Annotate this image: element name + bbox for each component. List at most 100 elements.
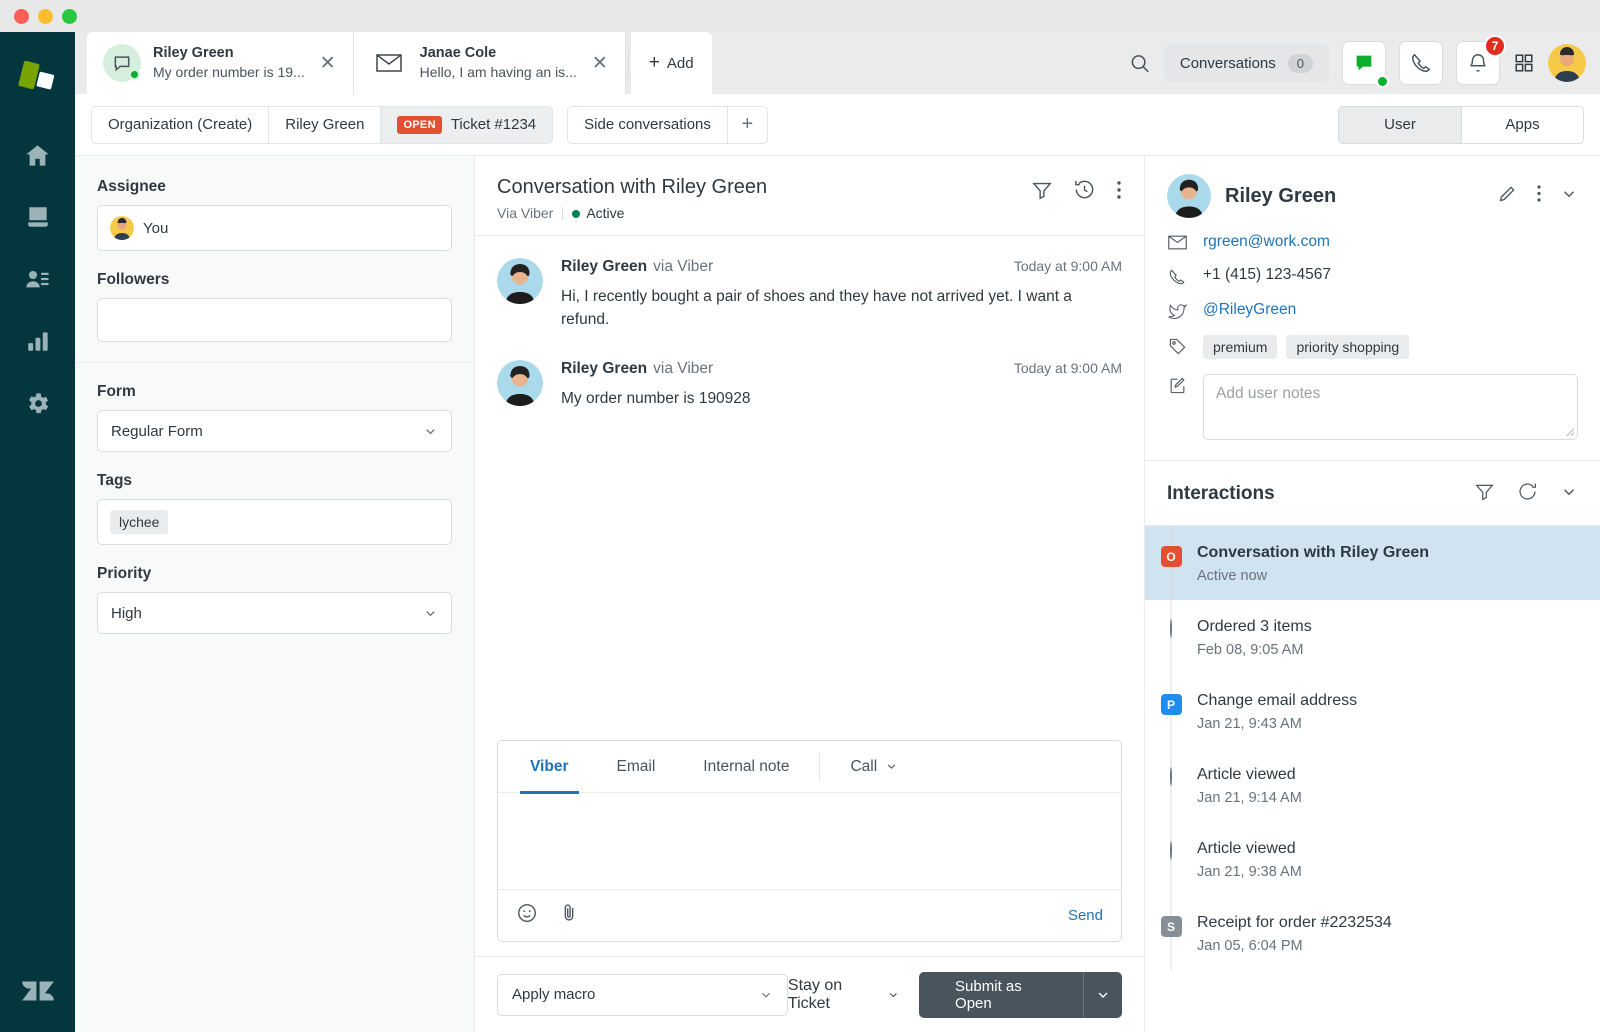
- send-button[interactable]: Send: [1068, 907, 1103, 924]
- breadcrumb-organization[interactable]: Organization (Create): [92, 106, 269, 144]
- composer: Viber Email Internal note Call: [497, 740, 1122, 942]
- followers-label: Followers: [97, 271, 452, 289]
- ticket-tab-janae-cole[interactable]: Janae Cole Hello, I am having an is... ✕: [354, 32, 626, 94]
- submit-options-button[interactable]: [1083, 972, 1122, 1018]
- side-conversations-tab[interactable]: Side conversations: [568, 106, 727, 144]
- followers-input[interactable]: [97, 298, 452, 342]
- tab-text-block: Janae Cole Hello, I am having an is...: [420, 44, 577, 82]
- twitter-icon: [1167, 301, 1187, 320]
- tag-chip[interactable]: lychee: [110, 510, 168, 534]
- refresh-icon[interactable]: [1517, 481, 1538, 507]
- ticket-tab-riley-green[interactable]: Riley Green My order number is 19... ✕: [87, 32, 354, 94]
- sidebar-item-admin[interactable]: [12, 377, 64, 429]
- list-item[interactable]: S Receipt for order #2232534 Jan 05, 6:0…: [1145, 896, 1600, 970]
- add-tab-button[interactable]: + Add: [631, 32, 712, 94]
- app-window: Riley Green My order number is 19... ✕: [0, 0, 1600, 1032]
- emoji-icon[interactable]: [516, 902, 538, 929]
- sidebar-item-home[interactable]: [12, 129, 64, 181]
- agent-avatar[interactable]: [1548, 44, 1586, 82]
- list-item[interactable]: Article viewed Jan 21, 9:14 AM: [1145, 748, 1600, 822]
- grid-icon[interactable]: [1513, 52, 1535, 74]
- composer-textarea[interactable]: [498, 793, 1121, 889]
- history-icon[interactable]: [1073, 178, 1096, 206]
- tab-internal-note[interactable]: Internal note: [679, 741, 813, 793]
- more-vertical-icon[interactable]: [1116, 179, 1122, 206]
- notifications-button[interactable]: 7: [1456, 41, 1500, 85]
- interaction-title: Receipt for order #2232534: [1197, 912, 1578, 934]
- sidebar-item-reporting[interactable]: [12, 315, 64, 367]
- status-dot: [572, 210, 580, 218]
- submit-as-open-button[interactable]: Submit as Open: [919, 972, 1083, 1018]
- user-twitter[interactable]: @RileyGreen: [1203, 301, 1296, 319]
- user-notes-row: Add user notes: [1167, 374, 1578, 440]
- chevron-down-icon[interactable]: [1560, 185, 1578, 208]
- message-item: Riley Green via Viber Today at 9:00 AM H…: [497, 258, 1122, 332]
- user-email-row: rgreen@work.com: [1167, 233, 1578, 251]
- priority-select[interactable]: High: [97, 592, 452, 634]
- sidebar-item-customers[interactable]: [12, 253, 64, 305]
- call-dropdown[interactable]: Call: [826, 741, 922, 793]
- timeline-gutter: O: [1145, 526, 1197, 600]
- add-tab-label: Add: [667, 55, 694, 72]
- breadcrumb-user[interactable]: Riley Green: [269, 106, 381, 144]
- online-status-dot: [129, 69, 140, 80]
- stay-on-ticket-dropdown[interactable]: Stay on Ticket: [788, 977, 899, 1013]
- tab-user[interactable]: User: [1339, 107, 1461, 143]
- user-email[interactable]: rgreen@work.com: [1203, 233, 1330, 251]
- paperclip-icon[interactable]: [558, 902, 580, 929]
- user-tag-chip[interactable]: priority shopping: [1286, 335, 1409, 359]
- zendesk-logo-icon: [0, 972, 75, 1010]
- message-channel: via Viber: [653, 360, 713, 378]
- interaction-title: Article viewed: [1197, 764, 1578, 786]
- filter-icon[interactable]: [1474, 481, 1495, 507]
- apply-macro-select[interactable]: Apply macro: [497, 974, 788, 1016]
- list-item-body: Ordered 3 items Feb 08, 9:05 AM: [1197, 600, 1600, 674]
- conversations-pill[interactable]: Conversations 0: [1164, 44, 1329, 82]
- followers-field: Followers: [97, 271, 452, 342]
- assignee-field: Assignee You: [97, 178, 452, 251]
- user-context-panel: Riley Green: [1145, 156, 1600, 1032]
- ticket-properties-panel: Assignee You Followers: [75, 156, 475, 1032]
- assignee-label: Assignee: [97, 178, 452, 196]
- user-tag-chip[interactable]: premium: [1203, 335, 1277, 359]
- timeline-marker: [1170, 620, 1172, 674]
- tab-viber[interactable]: Viber: [506, 741, 593, 793]
- filter-icon[interactable]: [1031, 179, 1053, 206]
- breadcrumb: Organization (Create) Riley Green OPEN T…: [91, 106, 553, 144]
- user-notes-input[interactable]: Add user notes: [1203, 374, 1578, 440]
- marker-badge: S: [1161, 916, 1182, 937]
- tab-email[interactable]: Email: [593, 741, 680, 793]
- pencil-icon[interactable]: [1497, 183, 1518, 209]
- assignee-input[interactable]: You: [97, 205, 452, 251]
- tags-input[interactable]: lychee: [97, 499, 452, 545]
- user-name: Riley Green: [1225, 185, 1336, 208]
- chevron-down-icon: [423, 424, 438, 439]
- breadcrumb-ticket[interactable]: OPEN Ticket #1234: [381, 106, 552, 144]
- list-item[interactable]: Article viewed Jan 21, 9:38 AM: [1145, 822, 1600, 896]
- chat-status-button[interactable]: [1342, 41, 1386, 85]
- more-vertical-icon[interactable]: [1536, 183, 1542, 209]
- customers-icon: [24, 266, 51, 293]
- views-icon: [25, 204, 51, 230]
- composer-channel-tabs: Viber Email Internal note Call: [498, 741, 1121, 793]
- conversations-count: 0: [1288, 54, 1313, 73]
- plus-icon[interactable]: +: [727, 106, 767, 144]
- interactions-title: Interactions: [1167, 483, 1275, 505]
- call-console-button[interactable]: [1399, 41, 1443, 85]
- search-icon[interactable]: [1129, 52, 1151, 74]
- window-minimize-button[interactable]: [38, 9, 53, 24]
- chat-icon: [1353, 52, 1375, 74]
- list-item[interactable]: O Conversation with Riley Green Active n…: [1145, 526, 1600, 600]
- sidebar-item-views[interactable]: [12, 191, 64, 243]
- list-item[interactable]: Ordered 3 items Feb 08, 9:05 AM: [1145, 600, 1600, 674]
- window-close-button[interactable]: [14, 9, 29, 24]
- tab-apps[interactable]: Apps: [1461, 107, 1583, 143]
- list-item[interactable]: P Change email address Jan 21, 9:43 AM: [1145, 674, 1600, 748]
- window-zoom-button[interactable]: [62, 9, 77, 24]
- status-label: Active: [586, 205, 624, 221]
- tab-title: Janae Cole: [420, 44, 577, 64]
- close-icon[interactable]: ✕: [317, 51, 339, 76]
- close-icon[interactable]: ✕: [589, 51, 611, 76]
- chevron-down-icon[interactable]: [1560, 483, 1578, 506]
- form-select[interactable]: Regular Form: [97, 410, 452, 452]
